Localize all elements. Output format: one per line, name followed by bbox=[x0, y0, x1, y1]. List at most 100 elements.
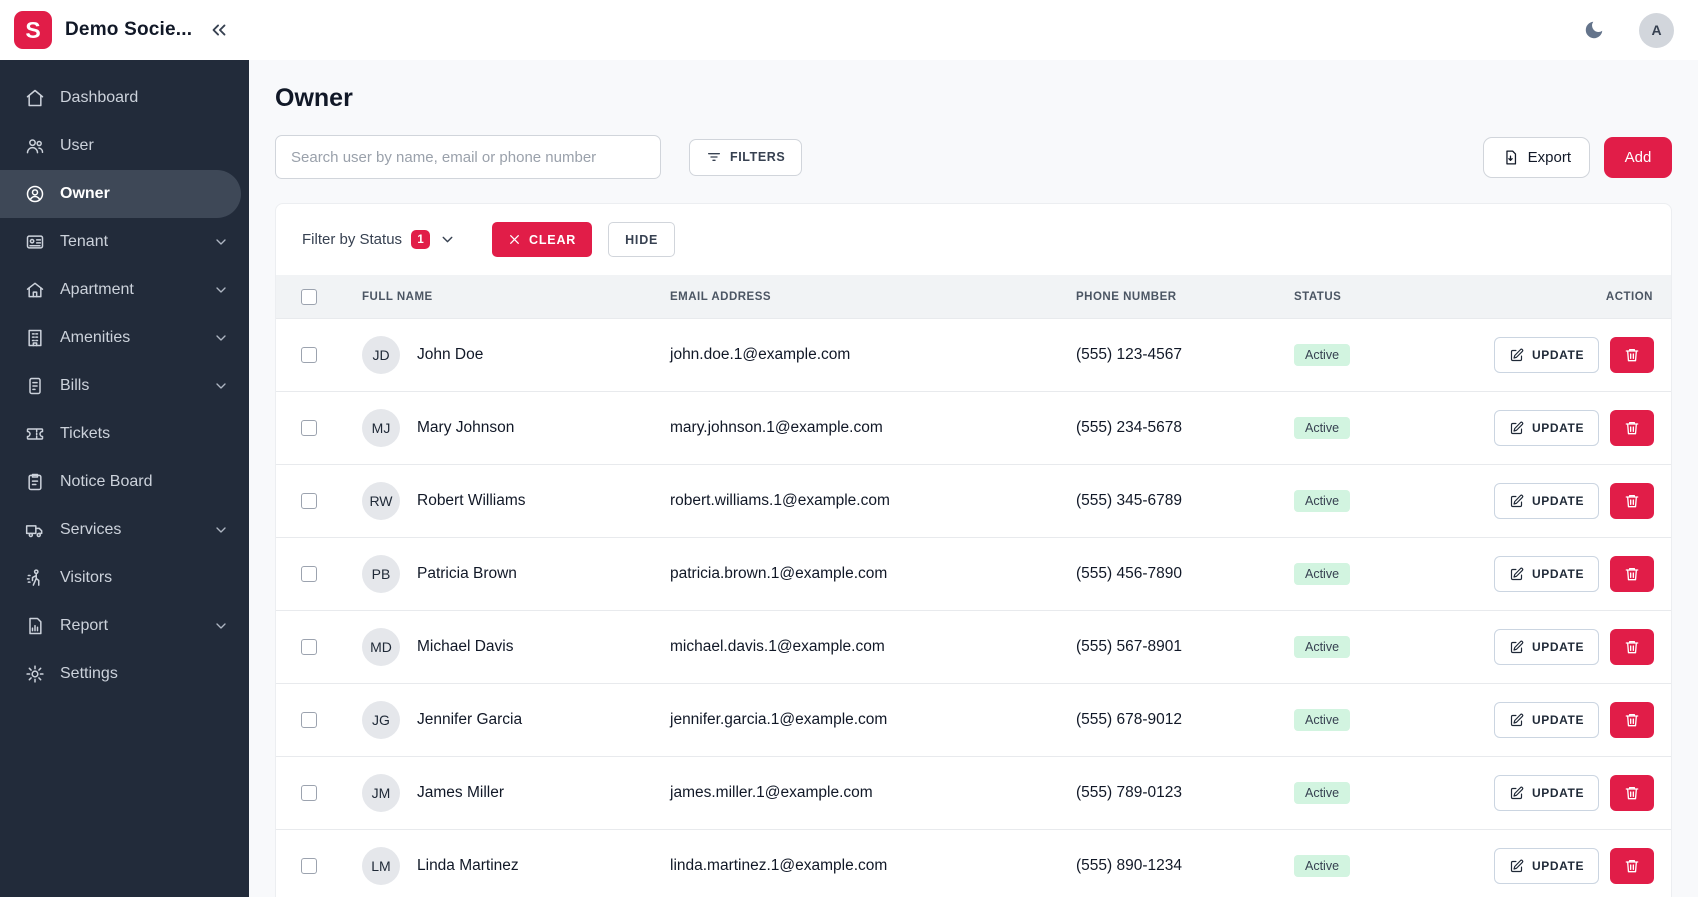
sidebar-item-user[interactable]: User bbox=[0, 122, 249, 170]
avatar: JM bbox=[362, 774, 400, 812]
user-avatar[interactable]: A bbox=[1639, 13, 1674, 48]
update-button-label: UPDATE bbox=[1532, 640, 1584, 654]
update-button[interactable]: UPDATE bbox=[1494, 556, 1599, 592]
export-button-label: Export bbox=[1528, 149, 1571, 166]
trash-icon bbox=[1624, 566, 1640, 582]
dark-mode-toggle[interactable] bbox=[1583, 19, 1605, 41]
edit-pencil-icon bbox=[1509, 421, 1524, 436]
sidebar-item-report[interactable]: Report bbox=[0, 602, 249, 650]
row-checkbox[interactable] bbox=[301, 858, 317, 874]
sidebar-item-visitors[interactable]: Visitors bbox=[0, 554, 249, 602]
avatar-initial: A bbox=[1651, 22, 1661, 38]
owner-email: john.doe.1@example.com bbox=[670, 346, 1076, 364]
sidebar-item-label: Dashboard bbox=[60, 89, 138, 107]
select-all-checkbox[interactable] bbox=[301, 289, 317, 305]
sidebar-item-amenities[interactable]: Amenities bbox=[0, 314, 249, 362]
row-checkbox[interactable] bbox=[301, 420, 317, 436]
sidebar-item-dashboard[interactable]: Dashboard bbox=[0, 74, 249, 122]
filter-by-status-dropdown[interactable]: Filter by Status 1 bbox=[302, 230, 456, 249]
sidebar-item-services[interactable]: Services bbox=[0, 506, 249, 554]
delete-button[interactable] bbox=[1610, 410, 1654, 446]
sidebar-item-tickets[interactable]: Tickets bbox=[0, 410, 249, 458]
row-checkbox[interactable] bbox=[301, 566, 317, 582]
delete-button[interactable] bbox=[1610, 775, 1654, 811]
delete-button[interactable] bbox=[1610, 483, 1654, 519]
owner-phone: (555) 123-4567 bbox=[1076, 346, 1294, 364]
user-circle-icon bbox=[25, 184, 45, 204]
chevron-down-icon bbox=[213, 234, 229, 250]
table-row: PB Patricia Brown patricia.brown.1@examp… bbox=[276, 537, 1671, 610]
table-row: JM James Miller james.miller.1@example.c… bbox=[276, 756, 1671, 829]
row-checkbox[interactable] bbox=[301, 639, 317, 655]
row-checkbox[interactable] bbox=[301, 785, 317, 801]
sidebar-item-notice-board[interactable]: Notice Board bbox=[0, 458, 249, 506]
owner-name: Michael Davis bbox=[417, 638, 513, 656]
avatar: MJ bbox=[362, 409, 400, 447]
update-button[interactable]: UPDATE bbox=[1494, 483, 1599, 519]
delete-button[interactable] bbox=[1610, 629, 1654, 665]
chevron-down-icon bbox=[439, 231, 456, 248]
clear-filters-button[interactable]: CLEAR bbox=[492, 222, 592, 257]
row-checkbox[interactable] bbox=[301, 347, 317, 363]
avatar: MD bbox=[362, 628, 400, 666]
update-button[interactable]: UPDATE bbox=[1494, 629, 1599, 665]
export-button[interactable]: Export bbox=[1483, 137, 1590, 178]
filters-button[interactable]: FILTERS bbox=[689, 139, 802, 176]
owner-name: Jennifer Garcia bbox=[417, 711, 522, 729]
delete-button[interactable] bbox=[1610, 556, 1654, 592]
delete-button[interactable] bbox=[1610, 337, 1654, 373]
sidebar-item-label: Visitors bbox=[60, 569, 112, 587]
edit-pencil-icon bbox=[1509, 859, 1524, 874]
sidebar-item-bills[interactable]: Bills bbox=[0, 362, 249, 410]
chevron-down-icon bbox=[213, 378, 229, 394]
owner-email: robert.williams.1@example.com bbox=[670, 492, 1076, 510]
edit-pencil-icon bbox=[1509, 640, 1524, 655]
owner-email: michael.davis.1@example.com bbox=[670, 638, 1076, 656]
owner-phone: (555) 567-8901 bbox=[1076, 638, 1294, 656]
update-button[interactable]: UPDATE bbox=[1494, 337, 1599, 373]
table-row: RW Robert Williams robert.williams.1@exa… bbox=[276, 464, 1671, 537]
row-checkbox[interactable] bbox=[301, 493, 317, 509]
column-header-status: STATUS bbox=[1294, 291, 1494, 303]
sidebar-item-tenant[interactable]: Tenant bbox=[0, 218, 249, 266]
walking-person-icon bbox=[25, 568, 45, 588]
update-button[interactable]: UPDATE bbox=[1494, 410, 1599, 446]
delete-button[interactable] bbox=[1610, 848, 1654, 884]
ticket-icon bbox=[25, 424, 45, 444]
update-button-label: UPDATE bbox=[1532, 713, 1584, 727]
toolbar: FILTERS Export Add bbox=[275, 135, 1672, 179]
update-button[interactable]: UPDATE bbox=[1494, 848, 1599, 884]
owner-phone: (555) 234-5678 bbox=[1076, 419, 1294, 437]
delete-button[interactable] bbox=[1610, 702, 1654, 738]
update-button[interactable]: UPDATE bbox=[1494, 775, 1599, 811]
house-icon bbox=[25, 280, 45, 300]
hide-filters-button[interactable]: HIDE bbox=[608, 222, 675, 257]
chevron-down-icon bbox=[213, 330, 229, 346]
avatar: JD bbox=[362, 336, 400, 374]
clipboard-icon bbox=[25, 472, 45, 492]
owner-name: Patricia Brown bbox=[417, 565, 517, 583]
status-badge: Active bbox=[1294, 636, 1350, 658]
sidebar: Dashboard User Owner Tenant Apartment Am… bbox=[0, 60, 249, 897]
trash-icon bbox=[1624, 712, 1640, 728]
sidebar-collapse-button[interactable] bbox=[208, 19, 230, 41]
update-button[interactable]: UPDATE bbox=[1494, 702, 1599, 738]
sidebar-item-settings[interactable]: Settings bbox=[0, 650, 249, 698]
owner-email: mary.johnson.1@example.com bbox=[670, 419, 1076, 437]
update-button-label: UPDATE bbox=[1532, 494, 1584, 508]
status-badge: Active bbox=[1294, 344, 1350, 366]
owner-name: James Miller bbox=[417, 784, 504, 802]
sidebar-item-label: User bbox=[60, 137, 94, 155]
row-checkbox[interactable] bbox=[301, 712, 317, 728]
avatar: PB bbox=[362, 555, 400, 593]
search-input[interactable] bbox=[275, 135, 661, 179]
edit-pencil-icon bbox=[1509, 713, 1524, 728]
gear-icon bbox=[25, 664, 45, 684]
avatar-initials: JG bbox=[372, 712, 390, 728]
sidebar-item-owner[interactable]: Owner bbox=[0, 170, 241, 218]
owner-table-card: Filter by Status 1 CLEAR HIDE FULL NAME … bbox=[275, 203, 1672, 897]
add-button[interactable]: Add bbox=[1604, 137, 1672, 178]
app-logo: S bbox=[14, 11, 52, 49]
status-badge: Active bbox=[1294, 563, 1350, 585]
sidebar-item-apartment[interactable]: Apartment bbox=[0, 266, 249, 314]
